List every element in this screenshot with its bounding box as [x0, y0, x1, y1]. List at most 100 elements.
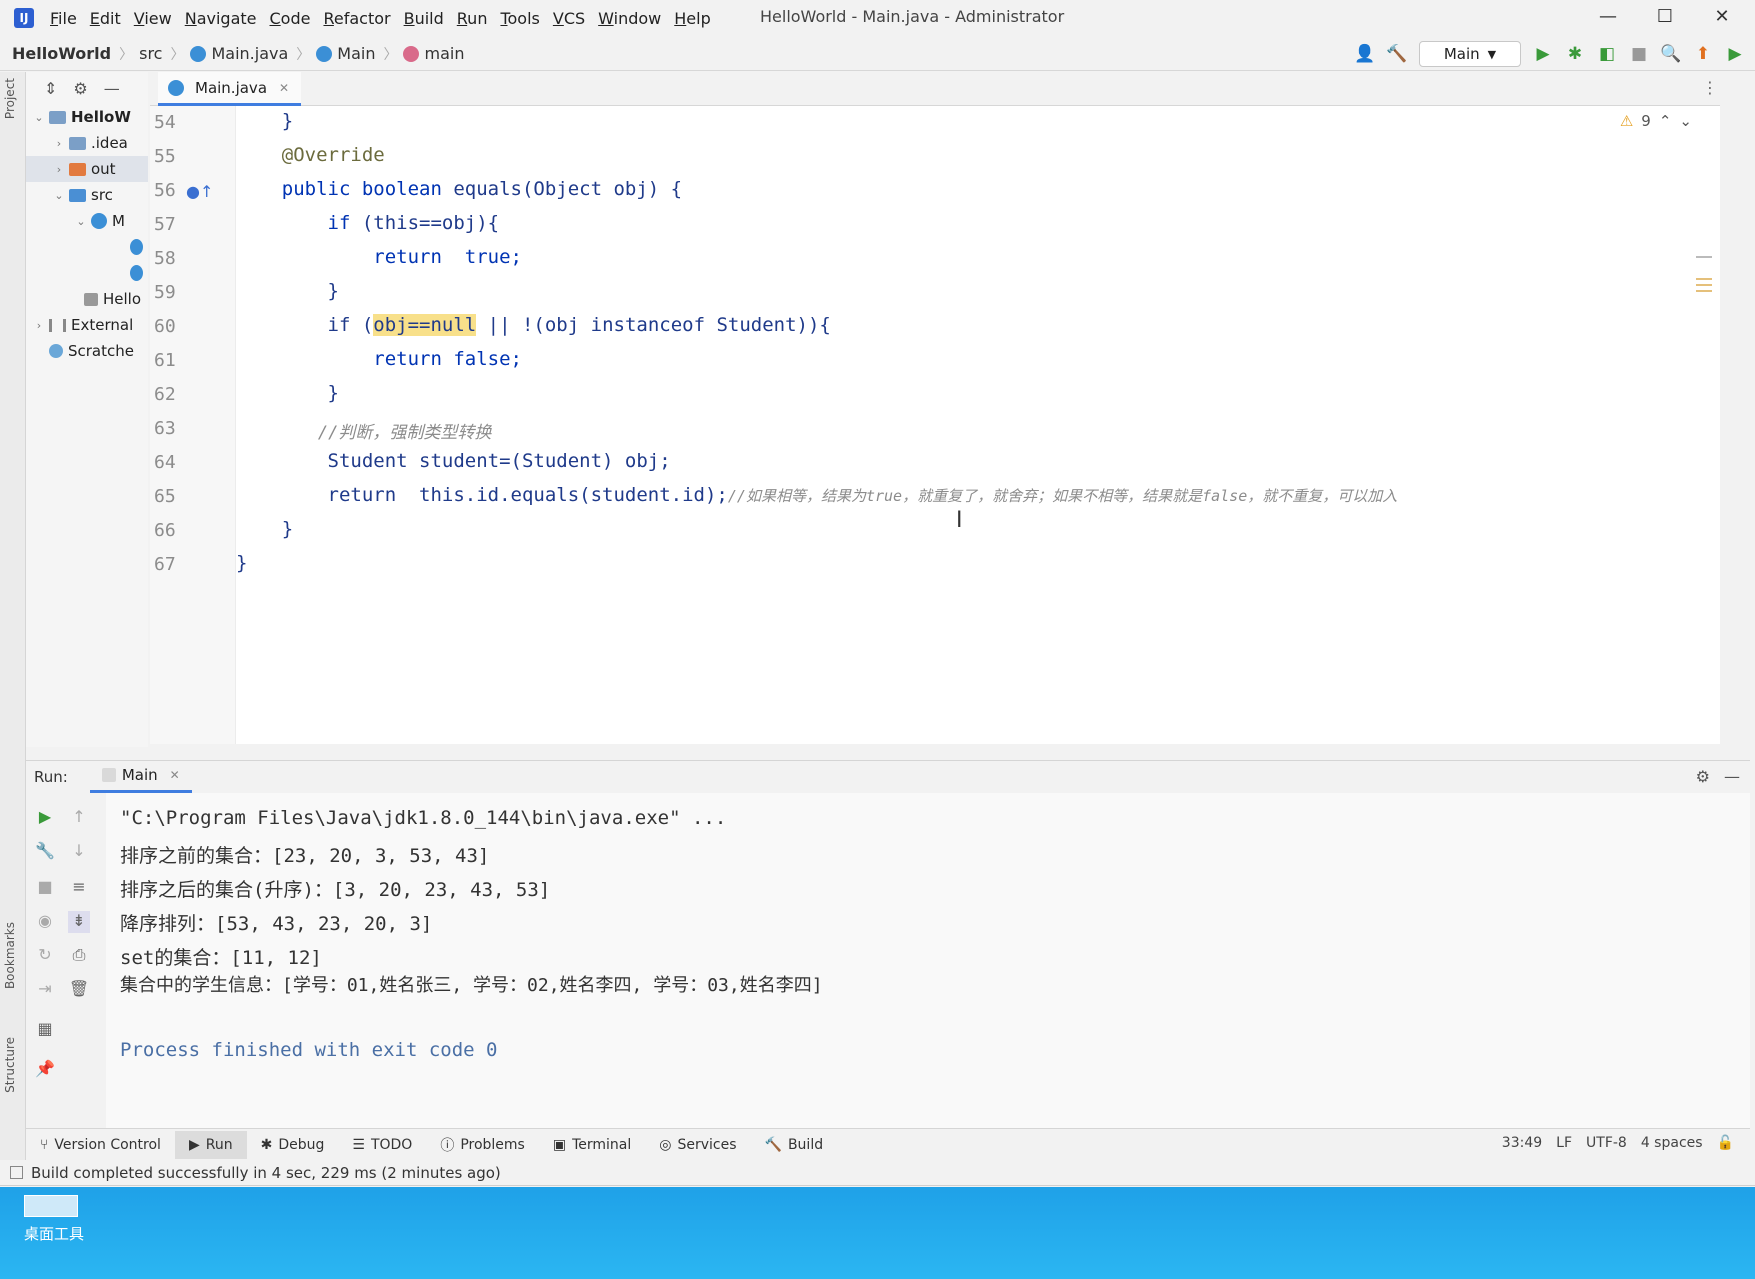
line-number: 54: [154, 112, 176, 133]
tree-item-class-1[interactable]: [26, 234, 148, 260]
hide-panel-icon[interactable]: —: [1724, 767, 1740, 786]
tool-tab-version-control[interactable]: ⑂ Version Control: [26, 1131, 175, 1159]
stop-icon[interactable]: ■: [1629, 44, 1649, 64]
wrench-icon[interactable]: 🔧: [34, 841, 56, 863]
menu-vcs[interactable]: VCS: [553, 9, 585, 28]
tool-tab-run[interactable]: ▶ Run: [174, 1130, 247, 1159]
tool-tab-build[interactable]: 🔨 Build: [751, 1131, 838, 1159]
menu-help[interactable]: Help: [674, 9, 710, 28]
arrow-down-icon[interactable]: ↓: [68, 841, 90, 863]
close-window-button[interactable]: ✕: [1702, 5, 1742, 31]
user-profile-icon[interactable]: 👤: [1354, 44, 1375, 64]
pin-icon[interactable]: 📌: [34, 1059, 56, 1081]
chevron-down-icon[interactable]: ⌄: [1679, 112, 1692, 130]
menu-file[interactable]: File: [50, 9, 77, 28]
hide-panel-icon[interactable]: —: [104, 79, 120, 98]
layout-icon[interactable]: ▦: [34, 1019, 56, 1041]
caret-position[interactable]: 33:49: [1502, 1135, 1542, 1151]
run-play-icon[interactable]: ▶: [1533, 44, 1553, 64]
exit-icon[interactable]: ⇥: [34, 979, 56, 1001]
console-output[interactable]: "C:\Program Files\Java\jdk1.8.0_144\bin\…: [106, 793, 1750, 1128]
breadcrumb-file[interactable]: Main.java: [190, 44, 288, 63]
console-line: 排序之前的集合：[23, 20, 3, 53, 43]: [120, 845, 490, 867]
project-tool-button[interactable]: Project: [3, 78, 17, 119]
restore-icon[interactable]: ↻: [34, 945, 56, 967]
menu-run[interactable]: Run: [457, 9, 488, 28]
file-encoding[interactable]: UTF-8: [1586, 1135, 1627, 1151]
tool-tab-terminal[interactable]: ▣ Terminal: [539, 1131, 645, 1159]
chevron-up-icon[interactable]: ⌃: [1659, 112, 1672, 130]
breadcrumb-project[interactable]: HelloWorld: [12, 44, 111, 63]
more-options-icon[interactable]: ⋮: [1702, 78, 1718, 97]
arrow-up-icon[interactable]: ↑: [68, 807, 90, 829]
close-icon[interactable]: ✕: [279, 81, 289, 95]
menu-build[interactable]: Build: [404, 9, 444, 28]
menu-navigate[interactable]: Navigate: [185, 9, 257, 28]
source-folder-icon: [69, 188, 86, 202]
gear-icon[interactable]: ⚙: [1696, 767, 1710, 786]
line-number: 61: [154, 350, 176, 371]
tree-item-external-libraries[interactable]: › External: [26, 312, 148, 338]
menu-view[interactable]: View: [134, 9, 172, 28]
menu-tools[interactable]: Tools: [500, 9, 539, 28]
soft-wrap-icon[interactable]: ≡: [68, 877, 90, 899]
print-icon[interactable]: ⎙: [68, 945, 90, 967]
status-toggle-icon[interactable]: [10, 1166, 23, 1179]
debug-bug-icon[interactable]: ✱: [1565, 44, 1585, 64]
indent-setting[interactable]: 4 spaces: [1641, 1135, 1703, 1151]
lock-icon[interactable]: 🔓: [1717, 1135, 1734, 1151]
tool-tab-debug[interactable]: ✱ Debug: [247, 1131, 339, 1159]
tree-item-idea[interactable]: › .idea: [26, 130, 148, 156]
console-line: 集合中的学生信息：[学号：01,姓名张三, 学号：02,姓名李四, 学号：03,…: [120, 975, 823, 996]
bookmarks-tool-button[interactable]: Bookmarks: [3, 922, 17, 989]
line-separator[interactable]: LF: [1556, 1135, 1572, 1151]
menu-code[interactable]: Code: [270, 9, 311, 28]
tree-item-scratches[interactable]: Scratche: [26, 338, 148, 364]
collapse-all-icon[interactable]: ⇕: [44, 79, 57, 98]
update-icon[interactable]: ⬆: [1693, 44, 1713, 64]
desktop-tool-icon[interactable]: [24, 1195, 78, 1217]
build-hammer-icon[interactable]: 🔨: [1386, 44, 1407, 64]
breadcrumb-src[interactable]: src: [139, 44, 162, 63]
scroll-to-end-icon[interactable]: ⇟: [68, 911, 90, 933]
minimize-button[interactable]: —: [1588, 5, 1628, 31]
camera-icon[interactable]: ◉: [34, 911, 56, 933]
structure-tool-button[interactable]: Structure: [3, 1037, 17, 1093]
search-icon[interactable]: 🔍: [1660, 44, 1681, 64]
tree-item-label: Scratche: [68, 342, 134, 360]
breadcrumb-method-label: main: [424, 44, 465, 63]
close-icon[interactable]: ✕: [170, 768, 180, 782]
tree-item-src[interactable]: ⌄ src: [26, 182, 148, 208]
breadcrumb-class[interactable]: Main: [316, 44, 375, 63]
tool-tab-services[interactable]: ◎ Services: [645, 1131, 750, 1159]
run-panel-label: Run:: [34, 767, 68, 786]
trash-icon[interactable]: 🗑: [68, 979, 90, 1001]
menu-refactor[interactable]: Refactor: [323, 9, 390, 28]
breadcrumb-method[interactable]: main: [403, 44, 464, 63]
gear-icon[interactable]: ⚙: [73, 79, 87, 98]
rerun-icon[interactable]: ▶: [34, 807, 56, 829]
editor-scrollbar[interactable]: [1696, 256, 1712, 292]
override-marker-icon[interactable]: ●↑: [186, 182, 213, 201]
code-with-me-icon[interactable]: ▶: [1725, 44, 1745, 64]
run-tab-main[interactable]: Main ✕: [89, 761, 192, 793]
run-configuration-select[interactable]: Main ▼: [1419, 41, 1521, 67]
tab-main-java[interactable]: Main.java ✕: [158, 72, 302, 106]
tree-item-out[interactable]: › out: [26, 156, 148, 182]
line-number: 59: [154, 282, 176, 303]
coverage-icon[interactable]: ◧: [1597, 44, 1617, 64]
stop-icon[interactable]: ■: [34, 877, 56, 899]
code-editor[interactable]: } @Override public boolean equals(Object…: [236, 106, 1720, 744]
inspection-widget[interactable]: ⚠ 9 ⌃ ⌄: [1620, 112, 1692, 130]
code-line-57: if (this==obj){: [236, 212, 500, 242]
tree-item-class-2[interactable]: [26, 260, 148, 286]
tree-item-iml[interactable]: Hello: [26, 286, 148, 312]
tree-item-main-package[interactable]: ⌄ M: [26, 208, 148, 234]
tree-item-project-root[interactable]: ⌄ HelloW: [26, 104, 148, 130]
menu-window[interactable]: Window: [598, 9, 661, 28]
line-number: 62: [154, 384, 176, 405]
menu-edit[interactable]: Edit: [90, 9, 121, 28]
tool-tab-problems[interactable]: ⓘ Problems: [426, 1131, 539, 1159]
tool-tab-todo[interactable]: ☰ TODO: [338, 1131, 426, 1159]
maximize-button[interactable]: ☐: [1645, 5, 1685, 31]
